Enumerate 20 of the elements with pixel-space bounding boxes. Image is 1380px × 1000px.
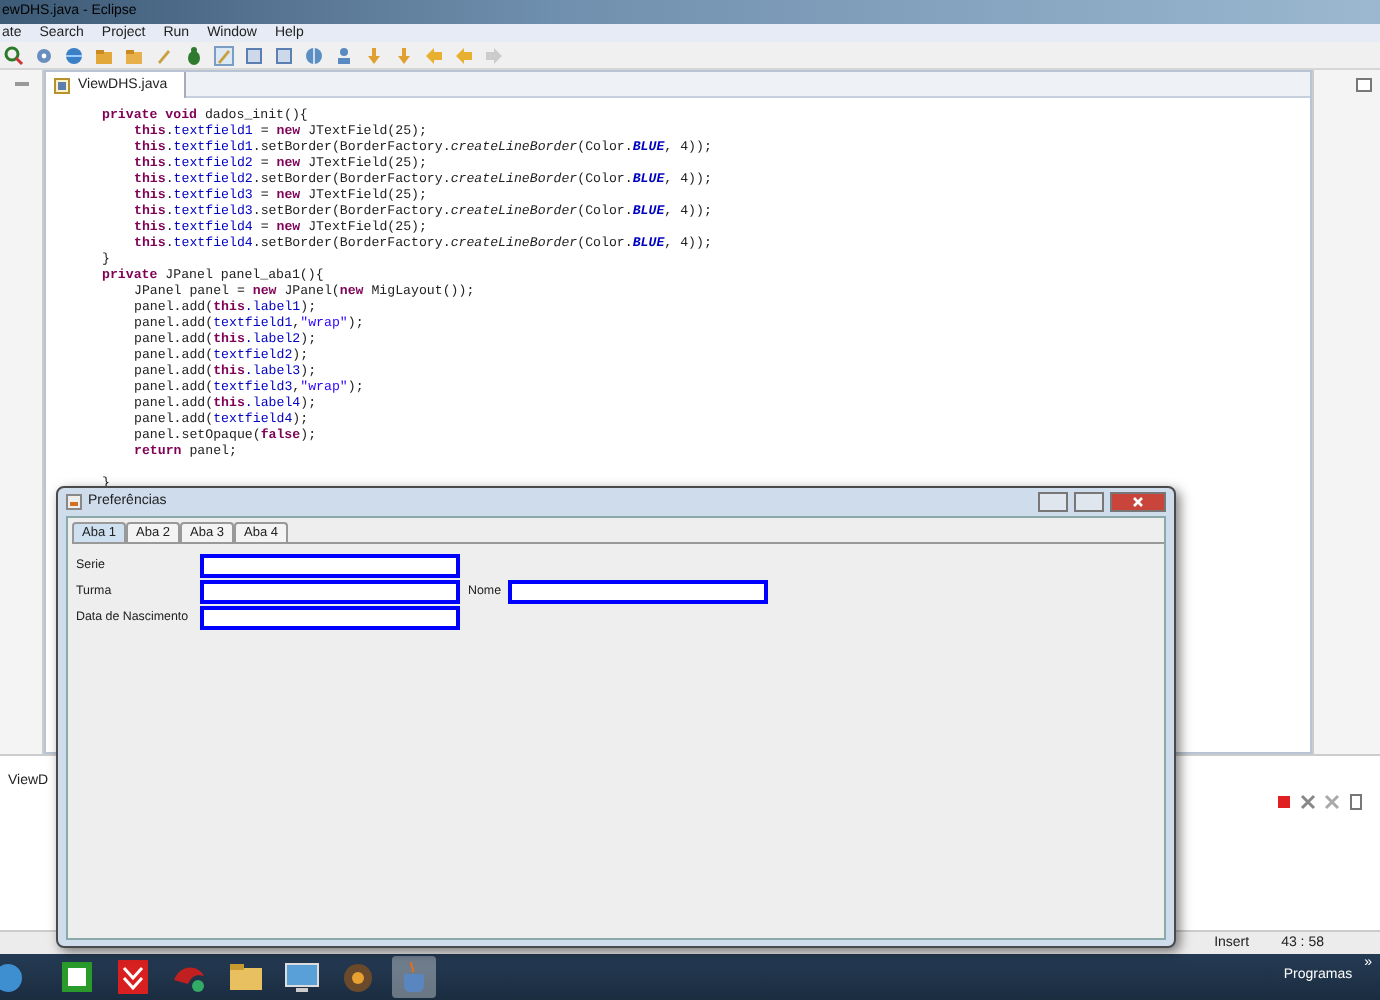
- text-field[interactable]: [200, 580, 460, 604]
- pencil-icon[interactable]: [214, 45, 234, 65]
- square-icon[interactable]: [274, 45, 294, 65]
- person-icon[interactable]: [334, 45, 354, 65]
- text-field[interactable]: [507, 580, 768, 604]
- search-icon[interactable]: [4, 45, 24, 65]
- minimize-button[interactable]: [1038, 492, 1068, 512]
- document-icon[interactable]: [1348, 793, 1364, 809]
- maximize-icon[interactable]: [1356, 78, 1372, 92]
- stop-icon[interactable]: [1276, 793, 1292, 809]
- java-file-icon: [54, 77, 70, 93]
- gear-icon[interactable]: [34, 45, 54, 65]
- close-icon[interactable]: [1300, 793, 1316, 809]
- text-field[interactable]: [200, 606, 460, 630]
- close-icon[interactable]: [1324, 793, 1340, 809]
- close-button[interactable]: [1110, 492, 1166, 512]
- square-icon[interactable]: [244, 45, 264, 65]
- maximize-button[interactable]: [1074, 492, 1104, 512]
- close-icon: [1132, 496, 1144, 508]
- text-field[interactable]: [200, 554, 460, 578]
